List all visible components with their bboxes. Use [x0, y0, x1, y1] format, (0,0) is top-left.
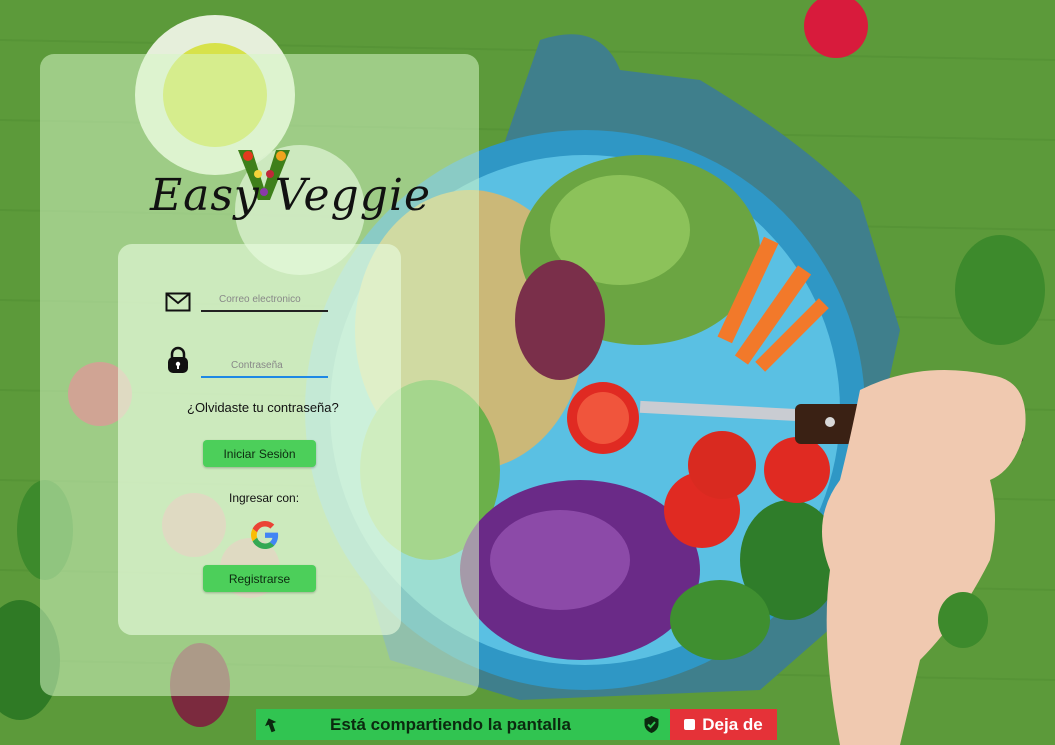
- login-with-label: Ingresar con:: [229, 491, 300, 505]
- stop-square-icon: [684, 719, 696, 730]
- email-field[interactable]: [201, 292, 328, 312]
- shield-check-icon: [643, 715, 660, 739]
- logo-text: Easy Veggie: [150, 170, 431, 221]
- login-button[interactable]: Iniciar Sesiòn: [203, 440, 316, 467]
- forgot-password-link[interactable]: ¿Olvidaste tu contraseña?: [187, 400, 339, 415]
- stop-sharing-label: Deja de: [702, 714, 763, 734]
- signup-button[interactable]: Registrarse: [203, 565, 316, 592]
- share-arrow-icon: [256, 717, 286, 733]
- mail-icon: [164, 288, 192, 316]
- email-row: [164, 288, 192, 316]
- stop-sharing-button[interactable]: Deja de: [670, 709, 777, 740]
- screen-share-bar: Está compartiendo la pantalla Deja de: [256, 709, 777, 740]
- password-field[interactable]: [201, 358, 328, 378]
- brand-logo: Easy Veggie: [150, 150, 430, 230]
- screen-share-message-area: Está compartiendo la pantalla: [256, 709, 670, 740]
- password-row: [164, 346, 192, 374]
- lock-icon: [164, 346, 192, 374]
- google-icon[interactable]: [251, 521, 279, 549]
- screen-share-message: Está compartiendo la pantalla: [330, 714, 571, 734]
